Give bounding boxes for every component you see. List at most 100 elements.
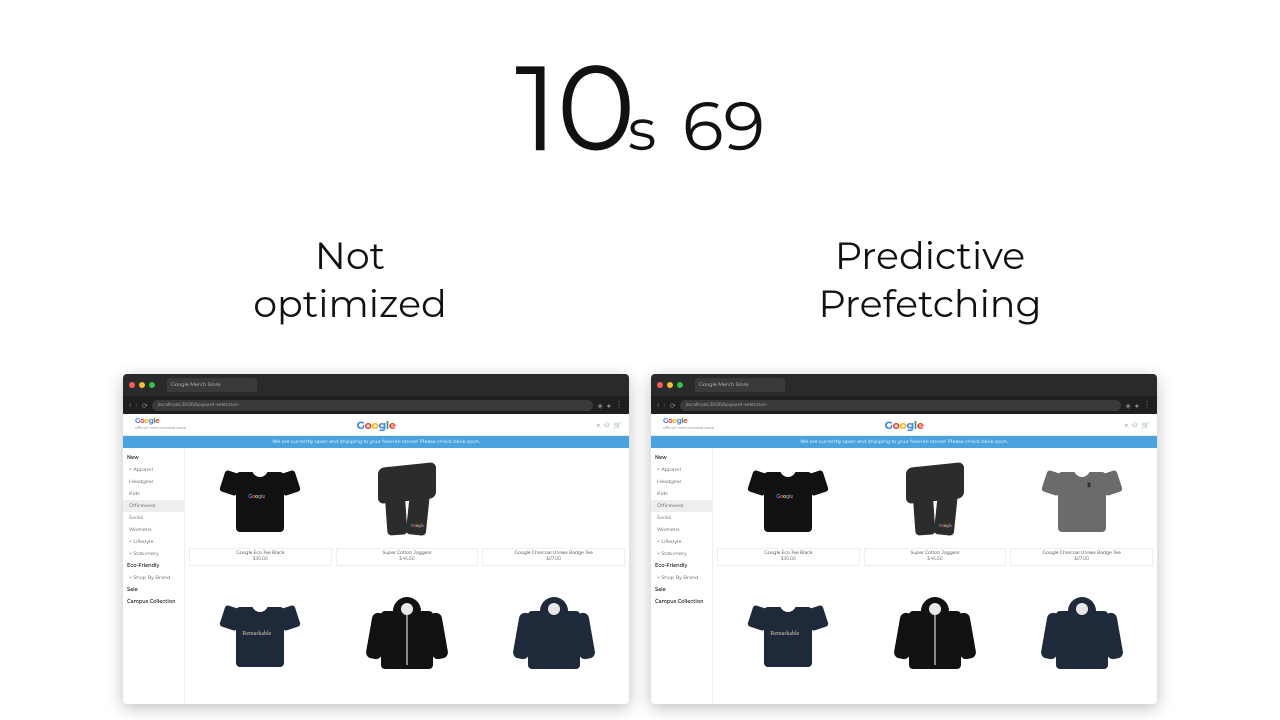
tee-icon: Remarkable <box>750 599 826 671</box>
account-icon[interactable]: ⚇ <box>604 421 609 430</box>
product-card[interactable]: Google Charcoal Unisex Badge Tee$27.00 <box>482 452 625 589</box>
extension-icon[interactable]: ◈ <box>597 401 602 410</box>
close-icon[interactable] <box>657 382 663 388</box>
store-header: Google official merchandise store Google… <box>123 414 629 436</box>
forward-icon[interactable]: › <box>663 400 665 410</box>
label-right: Predictive Prefetching <box>730 232 1130 327</box>
sidebar-item[interactable]: Kids <box>651 488 712 500</box>
address-input[interactable]: localhost:3000/apparel-selection <box>680 400 1122 411</box>
sidebar-item[interactable]: Headgear <box>123 476 184 488</box>
tee-icon: Remarkable <box>222 599 298 671</box>
sidebar-item[interactable]: + Shop By Brand <box>651 572 712 584</box>
sidebar-item-selected[interactable]: Officewear <box>123 500 184 512</box>
comparison-row: Google Merch Store ‹ › ⟳ localhost:3000/… <box>0 374 1280 704</box>
address-input[interactable]: localhost:3000/apparel-selection <box>152 400 594 411</box>
extension-icon[interactable]: ◈ <box>1125 401 1130 410</box>
sidebar-item[interactable]: + Lifestyle <box>123 536 184 548</box>
avatar-icon[interactable]: ● <box>607 401 611 410</box>
category-sidebar: New + Apparel Headgear Kids Officewear S… <box>651 448 713 704</box>
reload-icon[interactable]: ⟳ <box>670 401 676 410</box>
sidebar-item[interactable]: Socks <box>123 512 184 524</box>
minimize-icon[interactable] <box>667 382 673 388</box>
minimize-icon[interactable] <box>139 382 145 388</box>
sidebar-item[interactable]: + Stationery <box>123 548 184 560</box>
product-price: $30.00 <box>253 557 268 562</box>
back-icon[interactable]: ‹ <box>657 400 659 410</box>
product-card[interactable]: █ Google Charcoal Unisex Badge Tee$27.00 <box>1010 452 1153 589</box>
product-card[interactable]: Google Super Cotton Joggers$45.00 <box>336 452 479 589</box>
tee-icon: █ <box>1044 464 1120 536</box>
sidebar-item-selected[interactable]: Officewear <box>651 500 712 512</box>
avatar-icon[interactable]: ● <box>1135 401 1139 410</box>
sidebar-item[interactable]: + Lifestyle <box>651 536 712 548</box>
hoodie-icon <box>895 597 975 673</box>
product-grid: Google Google Eco Tee Black$30.00 Google… <box>713 448 1157 704</box>
menu-icon[interactable]: ⋮ <box>615 400 623 410</box>
category-sidebar: New + Apparel Headgear Kids Officewear S… <box>123 448 185 704</box>
store-logo: Google <box>884 418 923 432</box>
browser-tab[interactable]: Google Merch Store <box>167 378 257 392</box>
store-brand-small: Google official merchandise store <box>663 417 714 432</box>
store-page: Google official merchandise store Google… <box>123 414 629 704</box>
cart-icon[interactable]: 🛒 <box>1142 421 1149 430</box>
product-card[interactable]: Google Super Cotton Joggers$45.00 <box>864 452 1007 589</box>
sidebar-heading: New <box>123 452 184 464</box>
product-name: Google Eco Tee Black <box>764 551 812 556</box>
reload-icon[interactable]: ⟳ <box>142 401 148 410</box>
search-icon[interactable]: ⌕ <box>597 421 600 430</box>
store-page: Google official merchandise store Google… <box>651 414 1157 704</box>
promo-banner: We are currently open and shipping to yo… <box>123 436 629 448</box>
product-card[interactable]: Remarkable <box>189 593 332 700</box>
product-card[interactable] <box>1010 593 1153 700</box>
sidebar-item[interactable]: + Apparel <box>123 464 184 476</box>
hoodie-icon <box>514 597 594 673</box>
sidebar-item[interactable]: Sale <box>123 584 184 596</box>
browser-tab[interactable]: Google Merch Store <box>695 378 785 392</box>
hoodie-icon <box>367 597 447 673</box>
maximize-icon[interactable] <box>677 382 683 388</box>
timer-display: 10s69 <box>0 35 1280 181</box>
sidebar-item[interactable]: Eco-Friendly <box>123 560 184 572</box>
product-card[interactable] <box>336 593 479 700</box>
sidebar-item[interactable]: Headgear <box>651 476 712 488</box>
product-name: Super Cotton Joggers <box>911 551 960 556</box>
product-card[interactable] <box>864 593 1007 700</box>
forward-icon[interactable]: › <box>135 400 137 410</box>
product-price: $45.00 <box>399 557 414 562</box>
close-icon[interactable] <box>129 382 135 388</box>
store-brand-small: Google official merchandise store <box>135 417 186 432</box>
sidebar-item[interactable]: Womens <box>123 524 184 536</box>
back-icon[interactable]: ‹ <box>129 400 131 410</box>
product-grid: Google Google Eco Tee Black$30.00 Google… <box>185 448 629 704</box>
sidebar-item[interactable]: Campus Collection <box>651 596 712 608</box>
browser-urlbar: ‹ › ⟳ localhost:3000/apparel-selection ◈… <box>123 396 629 414</box>
product-card[interactable]: Google Google Eco Tee Black$30.00 <box>189 452 332 589</box>
product-card[interactable] <box>482 593 625 700</box>
account-icon[interactable]: ⚇ <box>1132 421 1137 430</box>
browser-left: Google Merch Store ‹ › ⟳ localhost:3000/… <box>123 374 629 704</box>
tee-icon: Google <box>750 464 826 536</box>
product-card[interactable]: Remarkable <box>717 593 860 700</box>
tee-icon: Google <box>222 464 298 536</box>
sidebar-item[interactable]: + Apparel <box>651 464 712 476</box>
sidebar-item[interactable]: Kids <box>123 488 184 500</box>
sidebar-item[interactable]: Womens <box>651 524 712 536</box>
sidebar-item[interactable]: Socks <box>651 512 712 524</box>
timer-unit: s <box>628 94 654 165</box>
sidebar-item[interactable]: Campus Collection <box>123 596 184 608</box>
window-titlebar: Google Merch Store <box>651 374 1157 396</box>
cart-icon[interactable]: 🛒 <box>614 421 621 430</box>
product-card[interactable]: Google Google Eco Tee Black$30.00 <box>717 452 860 589</box>
maximize-icon[interactable] <box>149 382 155 388</box>
search-icon[interactable]: ⌕ <box>1125 421 1128 430</box>
product-name: Super Cotton Joggers <box>383 551 432 556</box>
sidebar-item[interactable]: Eco-Friendly <box>651 560 712 572</box>
sidebar-item[interactable]: Sale <box>651 584 712 596</box>
sidebar-item[interactable]: + Stationery <box>651 548 712 560</box>
store-header: Google official merchandise store Google… <box>651 414 1157 436</box>
browser-right: Google Merch Store ‹ › ⟳ localhost:3000/… <box>651 374 1157 704</box>
timer-fraction: 69 <box>682 85 765 168</box>
menu-icon[interactable]: ⋮ <box>1143 400 1151 410</box>
product-price: $27.00 <box>1074 557 1089 562</box>
sidebar-item[interactable]: + Shop By Brand <box>123 572 184 584</box>
